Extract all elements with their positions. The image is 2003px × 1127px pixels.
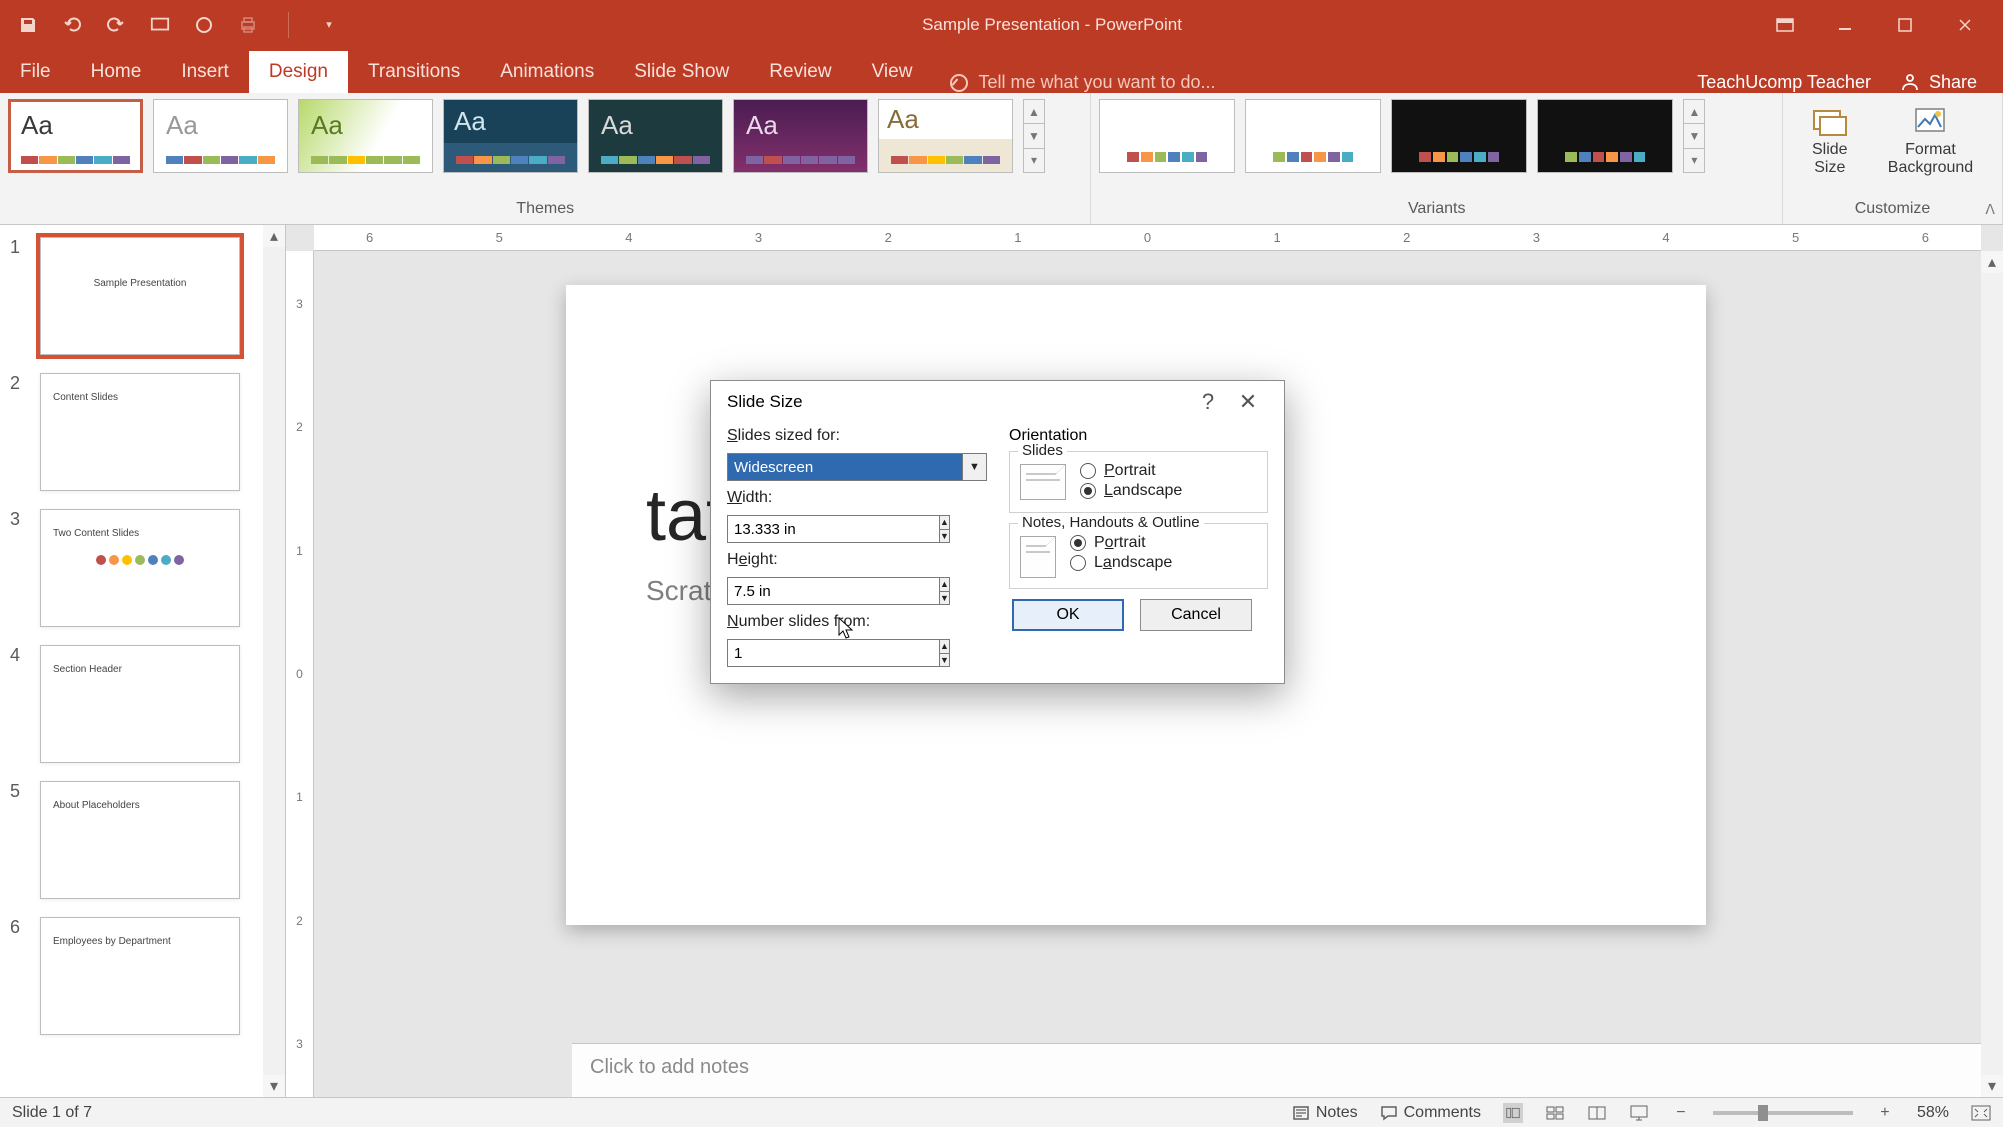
spin-down-icon[interactable]: ▼ [940, 591, 950, 606]
portrait-icon [1020, 536, 1056, 578]
notes-landscape-radio[interactable]: Landscape [1070, 554, 1172, 572]
slide-size-dialog: Slide Size ? ✕ Slides sized for: ▼ Width… [710, 380, 1285, 684]
spin-up-icon[interactable]: ▲ [940, 515, 950, 529]
spin-up-icon[interactable]: ▲ [940, 639, 950, 653]
help-icon[interactable]: ? [1188, 382, 1228, 422]
width-value[interactable] [727, 515, 940, 543]
modal-overlay: Slide Size ? ✕ Slides sized for: ▼ Width… [0, 0, 2003, 1127]
spin-down-icon[interactable]: ▼ [940, 529, 950, 544]
landscape-icon [1020, 464, 1066, 500]
slides-landscape-radio[interactable]: Landscape [1080, 482, 1182, 500]
spin-down-icon[interactable]: ▼ [940, 653, 950, 668]
notes-portrait-radio[interactable]: Portrait [1070, 534, 1172, 552]
number-from-spinbox[interactable]: ▲▼ [727, 639, 811, 667]
spin-up-icon[interactable]: ▲ [940, 577, 950, 591]
slides-fieldset-title: Slides [1018, 442, 1067, 459]
height-label: Height: [727, 551, 987, 569]
height-spinbox[interactable]: ▲▼ [727, 577, 835, 605]
sized-for-value[interactable] [727, 453, 963, 481]
dialog-title-bar[interactable]: Slide Size ? ✕ [711, 381, 1284, 423]
notes-orientation-fieldset: Notes, Handouts & Outline Portrait Lands… [1009, 523, 1268, 589]
cancel-button[interactable]: Cancel [1140, 599, 1252, 631]
slides-orientation-fieldset: Slides Portrait Landscape [1009, 451, 1268, 513]
number-from-value[interactable] [727, 639, 940, 667]
height-value[interactable] [727, 577, 940, 605]
sized-for-label: Slides sized for: [727, 427, 987, 445]
number-from-label: Number slides from: [727, 613, 987, 631]
slides-portrait-radio[interactable]: Portrait [1080, 462, 1182, 480]
close-icon[interactable]: ✕ [1228, 382, 1268, 422]
notes-fieldset-title: Notes, Handouts & Outline [1018, 514, 1204, 531]
dialog-title: Slide Size [727, 392, 803, 412]
mouse-cursor [838, 617, 856, 641]
ok-button[interactable]: OK [1012, 599, 1124, 631]
sized-for-select[interactable]: ▼ [727, 453, 987, 481]
width-label: Width: [727, 489, 987, 507]
chevron-down-icon[interactable]: ▼ [963, 453, 987, 481]
width-spinbox[interactable]: ▲▼ [727, 515, 835, 543]
